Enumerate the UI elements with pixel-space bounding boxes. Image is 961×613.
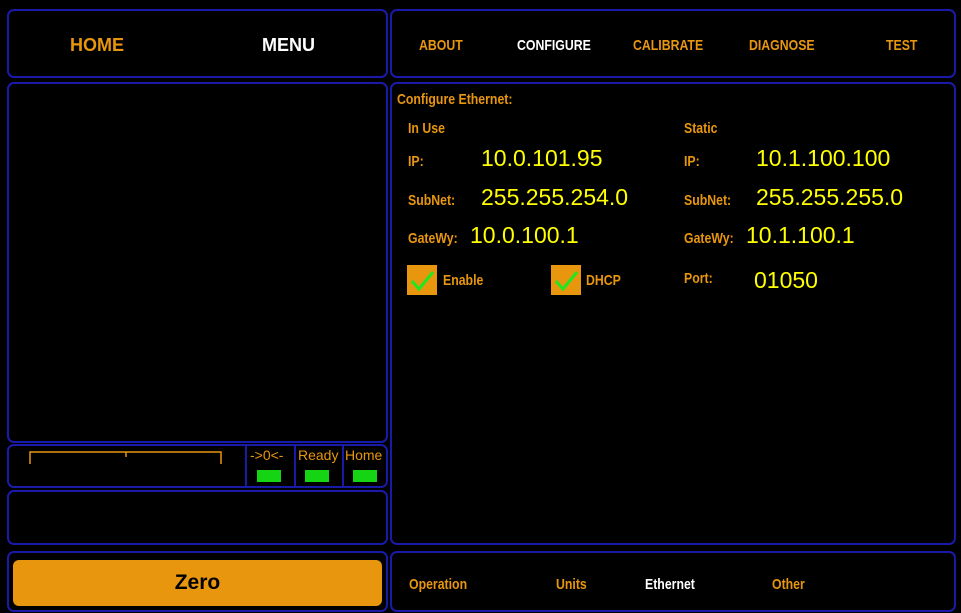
static-heading: Static xyxy=(684,120,718,137)
tab-units-label: Units xyxy=(556,576,587,593)
home-status-led xyxy=(353,470,377,482)
tab-about[interactable]: ABOUT xyxy=(419,37,472,54)
ready-status-led xyxy=(305,470,329,482)
tab-ethernet-label: Ethernet xyxy=(645,576,695,593)
tab-calibrate-label: CALIBRATE xyxy=(633,37,704,54)
static-subnet-value[interactable]: 255.255.255.0 xyxy=(756,184,903,211)
tab-configure-label: CONFIGURE xyxy=(517,37,591,54)
in-use-ip-value: 10.0.101.95 xyxy=(481,145,603,171)
status-divider-3 xyxy=(342,446,344,486)
home-status-label: Home xyxy=(345,447,383,463)
in-use-subnet-label: SubNet: xyxy=(408,192,456,209)
enable-checkbox[interactable] xyxy=(407,265,437,295)
tab-test[interactable]: TEST xyxy=(886,37,924,54)
message-panel xyxy=(7,490,388,545)
status-divider-2 xyxy=(294,446,296,486)
zero-status-label: ->0<- xyxy=(250,447,284,463)
port-value[interactable]: 01050 xyxy=(754,267,818,294)
tab-configure[interactable]: CONFIGURE xyxy=(517,37,607,54)
static-subnet-label: SubNet: xyxy=(684,192,732,209)
tab-about-label: ABOUT xyxy=(419,37,463,54)
enable-label: Enable xyxy=(443,272,484,289)
static-ip-value[interactable]: 10.1.100.100 xyxy=(756,145,890,172)
static-gateway-value[interactable]: 10.1.100.1 xyxy=(746,222,855,249)
dhcp-checkbox[interactable] xyxy=(551,265,581,295)
in-use-subnet-value: 255.255.254.0 xyxy=(481,184,629,210)
tab-operation[interactable]: Operation xyxy=(409,576,480,593)
tab-other-label: Other xyxy=(772,576,805,593)
ready-status-label: Ready xyxy=(298,447,339,463)
in-use-gateway-value: 10.0.100.1 xyxy=(470,222,579,248)
tab-ethernet[interactable]: Ethernet xyxy=(645,576,706,593)
configure-title: Configure Ethernet: xyxy=(397,91,513,108)
in-use-gateway-label: GateWy: xyxy=(408,230,458,247)
status-divider-1 xyxy=(245,446,247,486)
tab-other[interactable]: Other xyxy=(772,576,812,593)
zero-status-led xyxy=(257,470,281,482)
tab-diagnose-label: DIAGNOSE xyxy=(749,37,815,54)
zero-button[interactable]: Zero xyxy=(13,560,382,606)
top-left-nav-panel xyxy=(7,9,388,78)
home-button[interactable]: HOME xyxy=(70,35,124,56)
static-gateway-label: GateWy: xyxy=(684,230,734,247)
in-use-ip-label: IP: xyxy=(408,153,424,170)
port-label: Port: xyxy=(684,270,713,287)
position-scale xyxy=(29,451,222,464)
static-ip-label: IP: xyxy=(684,153,700,170)
checkmark-icon xyxy=(410,271,435,292)
menu-button[interactable]: MENU xyxy=(262,35,315,56)
tab-calibrate[interactable]: CALIBRATE xyxy=(633,37,719,54)
tab-units[interactable]: Units xyxy=(556,576,594,593)
dhcp-label: DHCP xyxy=(586,272,621,289)
checkmark-icon xyxy=(554,271,579,292)
tab-operation-label: Operation xyxy=(409,576,468,593)
tab-test-label: TEST xyxy=(886,37,918,54)
left-display-panel xyxy=(7,82,388,443)
tab-diagnose[interactable]: DIAGNOSE xyxy=(749,37,829,54)
in-use-heading: In Use xyxy=(408,120,445,137)
